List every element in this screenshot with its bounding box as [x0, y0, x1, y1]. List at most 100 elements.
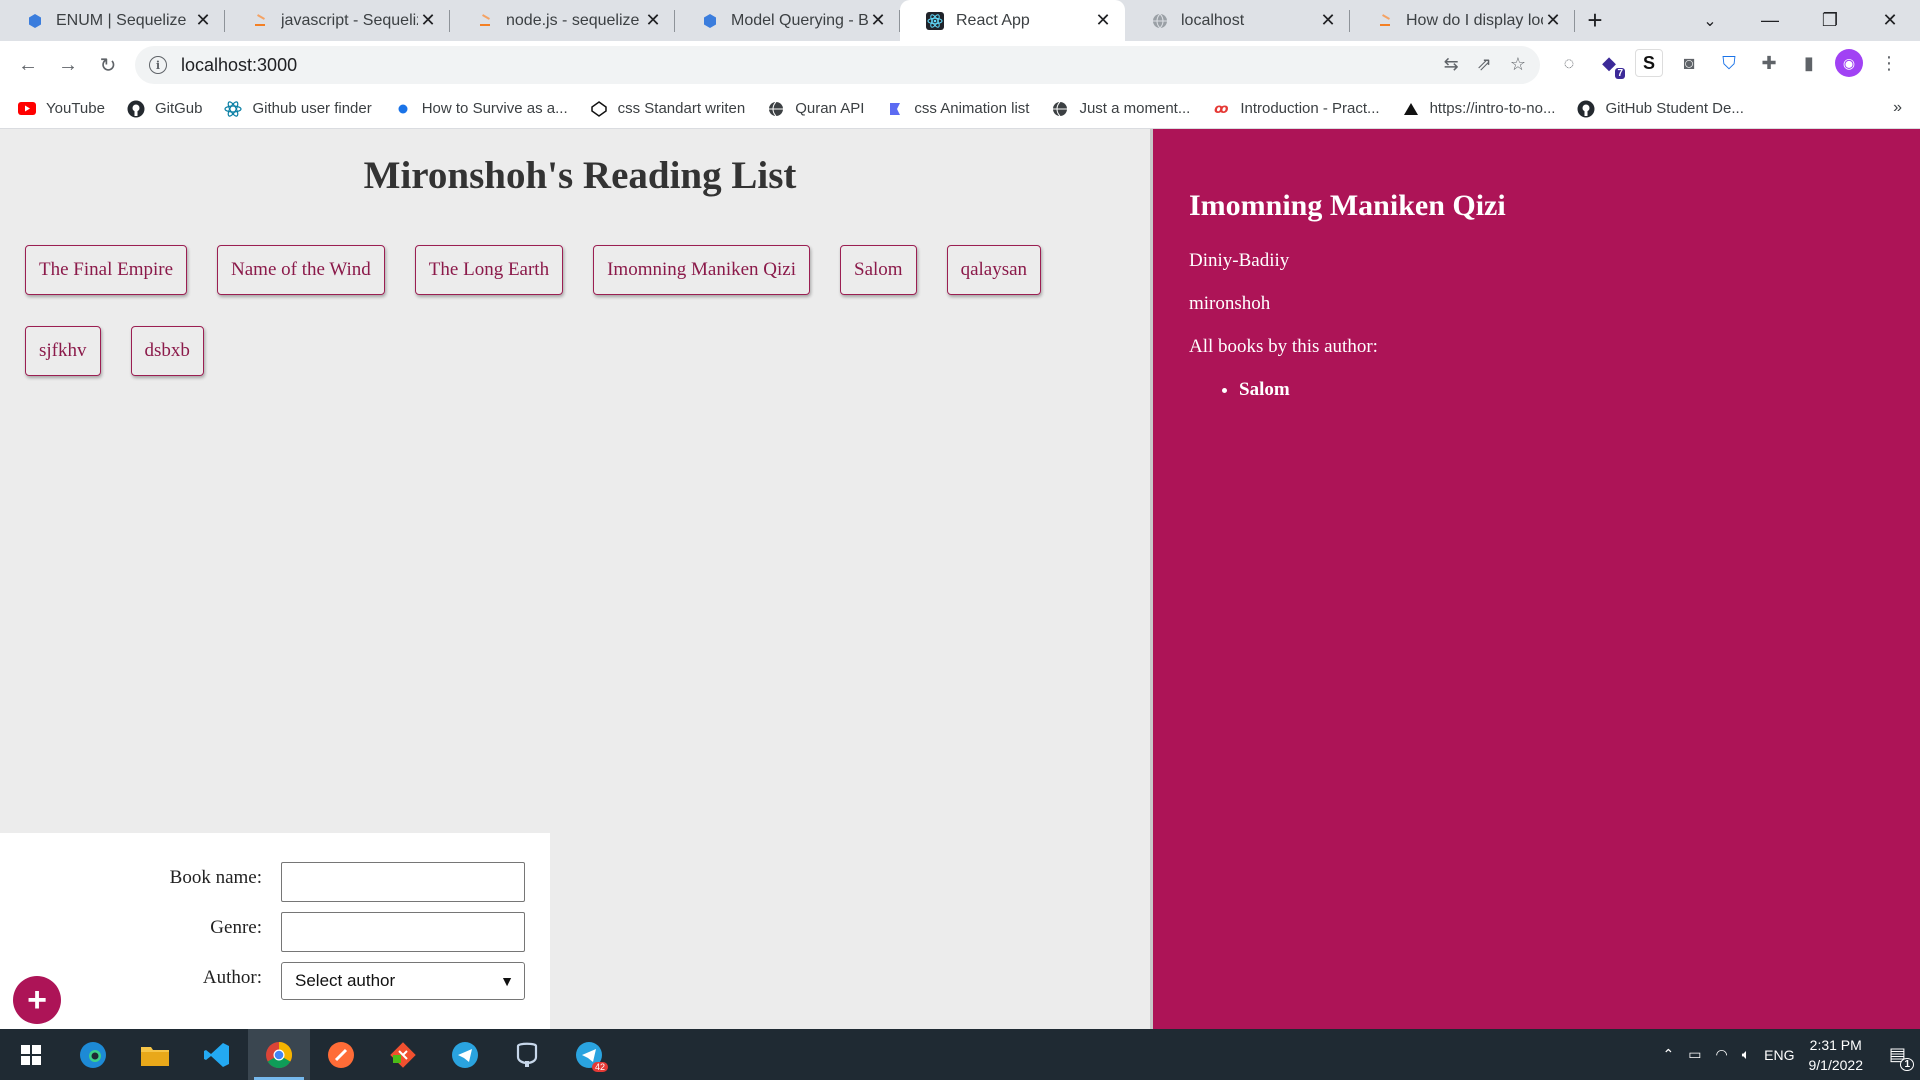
stackoverflow-icon — [1376, 12, 1394, 30]
extension-circle-icon[interactable]: ◌ — [1555, 49, 1583, 77]
bookmark-quran-api[interactable]: Quran API — [767, 100, 864, 118]
share-icon[interactable]: ⇗ — [1477, 54, 1492, 75]
extension-badge-count: 7 — [1615, 68, 1625, 79]
bookmark-gitgub[interactable]: GitGub — [127, 100, 203, 118]
new-tab-button[interactable]: + — [1575, 0, 1615, 41]
pgadmin-icon[interactable] — [496, 1029, 558, 1080]
book-item[interactable]: Imomning Maniken Qizi — [593, 245, 811, 295]
windows-start-icon[interactable] — [0, 1029, 62, 1080]
bookmark-github-student[interactable]: GitHub Student De... — [1577, 100, 1744, 118]
postman-icon[interactable] — [310, 1029, 372, 1080]
address-bar[interactable]: i localhost:3000 ⇆ ⇗ ☆ — [135, 46, 1540, 84]
reload-icon[interactable]: ↻ — [88, 45, 128, 85]
tab-enum-sequelize[interactable]: ENUM | Sequelize ✕ — [0, 0, 225, 41]
book-item[interactable]: sjfkhv — [25, 326, 101, 376]
author-books-list: Salom — [1239, 379, 1290, 401]
s-extension-icon[interactable]: S — [1635, 49, 1663, 77]
triangle-icon — [1402, 100, 1420, 118]
genre-row: Genre: — [0, 917, 262, 939]
bookmark-intro-to-no[interactable]: https://intro-to-no... — [1402, 100, 1556, 118]
puzzle-icon[interactable]: ✚ — [1755, 49, 1783, 77]
wifi-icon[interactable]: ◠ — [1716, 1046, 1728, 1063]
telegram-icon[interactable] — [434, 1029, 496, 1080]
tab-nodejs-sequelize[interactable]: node.js - sequelize fin ✕ — [450, 0, 675, 41]
minimize-icon[interactable]: — — [1740, 0, 1800, 41]
github-icon — [1577, 100, 1595, 118]
bookmark-youtube[interactable]: YouTube — [18, 100, 105, 118]
tab-localhost[interactable]: localhost ✕ — [1125, 0, 1350, 41]
close-icon[interactable]: ✕ — [418, 10, 438, 31]
windows-taskbar: 42 ⌃ ▭ ◠ 🔈︎ ENG 2:31 PM 9/1/2022 ▤ 1 — [0, 1029, 1920, 1080]
book-item[interactable]: Salom — [840, 245, 917, 295]
close-icon[interactable]: ✕ — [1318, 10, 1338, 31]
book-name-input[interactable] — [281, 862, 525, 902]
book-name-row: Book name: — [0, 867, 262, 889]
speaker-icon[interactable]: 🔈︎ — [1742, 1046, 1750, 1063]
chevron-down-icon: ▼ — [500, 973, 514, 989]
tab-how-do-i-display[interactable]: How do I display loca ✕ — [1350, 0, 1575, 41]
tray-chevron-up-icon[interactable]: ⌃ — [1663, 1046, 1675, 1063]
vscode-icon[interactable] — [186, 1029, 248, 1080]
clock[interactable]: 2:31 PM 9/1/2022 — [1808, 1035, 1863, 1075]
bookmark-how-to-survive[interactable]: How to Survive as a... — [394, 100, 568, 118]
close-icon[interactable]: ✕ — [1093, 10, 1113, 31]
add-book-form: Book name: Genre: Author: Select author … — [0, 833, 550, 1029]
book-item[interactable]: dsbxb — [130, 326, 204, 376]
telegram-badge-icon[interactable]: 42 — [558, 1029, 620, 1080]
notification-icon[interactable]: ▤ 1 — [1889, 1044, 1914, 1071]
extension-badge-icon[interactable]: ◆ 7 — [1595, 49, 1625, 79]
url-text[interactable]: localhost:3000 — [181, 55, 297, 76]
info-icon[interactable]: i — [149, 56, 167, 74]
bookmark-css-standart[interactable]: css Standart writen — [590, 100, 746, 118]
book-item[interactable]: The Long Earth — [414, 245, 564, 295]
close-icon[interactable]: ✕ — [1543, 10, 1563, 31]
bookmark-introduction[interactable]: ꝏ Introduction - Pract... — [1212, 100, 1379, 118]
forward-arrow-icon[interactable]: → — [48, 45, 88, 85]
bookmark-label: css Standart writen — [617, 100, 746, 117]
tab-react-app[interactable]: React App ✕ — [900, 0, 1125, 41]
globe-icon — [767, 100, 785, 118]
bookmark-css-animation[interactable]: css Animation list — [886, 100, 1029, 118]
add-book-button[interactable]: + — [13, 976, 61, 1024]
stackoverflow-icon — [251, 12, 269, 30]
genre-input[interactable] — [281, 912, 525, 952]
bookmark-star-icon[interactable]: ☆ — [1510, 54, 1526, 75]
tab-title: ENUM | Sequelize — [56, 11, 187, 29]
tab-search-chevron-icon[interactable]: ⌄ — [1690, 0, 1730, 41]
camera-icon[interactable]: ◙ — [1675, 49, 1703, 77]
tab-model-querying[interactable]: Model Querying - Bas ✕ — [675, 0, 900, 41]
shield-icon[interactable]: ⛉ — [1715, 49, 1743, 77]
book-item[interactable]: The Final Empire — [25, 245, 188, 295]
close-icon[interactable]: ✕ — [868, 10, 888, 31]
translate-icon[interactable]: ⇆ — [1444, 54, 1459, 75]
restore-icon[interactable]: ❐ — [1800, 0, 1860, 41]
author-select[interactable]: Select author ▼ — [281, 962, 525, 1000]
tab-strip: ENUM | Sequelize ✕ javascript - Sequeliz… — [0, 0, 1920, 41]
book-item[interactable]: Name of the Wind — [217, 245, 385, 295]
window-close-icon[interactable]: ✕ — [1860, 0, 1920, 41]
bookmarks-overflow-icon[interactable]: » — [1893, 99, 1902, 117]
file-explorer-icon[interactable] — [124, 1029, 186, 1080]
bookmark-label: GitGub — [154, 100, 203, 117]
tab-title: javascript - Sequelize — [281, 11, 418, 29]
tab-javascript-sequelize[interactable]: javascript - Sequelize ✕ — [225, 0, 450, 41]
book-item[interactable]: qalaysan — [946, 245, 1042, 295]
git-icon[interactable] — [372, 1029, 434, 1080]
back-arrow-icon[interactable]: ← — [8, 45, 48, 85]
chrome-icon[interactable] — [248, 1029, 310, 1080]
language-indicator[interactable]: ENG — [1764, 1047, 1794, 1063]
battery-icon[interactable]: ▭ — [1688, 1046, 1701, 1063]
extensions-bar: ◌ ◆ 7 S ◙ ⛉ ✚ ▮ ◉ ⋮ — [1555, 49, 1903, 79]
sidepanel-icon[interactable]: ▮ — [1795, 49, 1823, 77]
genre-label: Genre: — [210, 917, 262, 938]
close-icon[interactable]: ✕ — [643, 10, 663, 31]
more-menu-icon[interactable]: ⋮ — [1875, 49, 1903, 77]
avatar[interactable]: ◉ — [1835, 49, 1863, 77]
bookmark-github-user-finder[interactable]: Github user finder — [224, 100, 372, 118]
bookmark-label: https://intro-to-no... — [1429, 100, 1556, 117]
close-icon[interactable]: ✕ — [193, 10, 213, 31]
edge-icon[interactable] — [62, 1029, 124, 1080]
clock-time: 2:31 PM — [1809, 1036, 1862, 1053]
bookmark-just-a-moment[interactable]: Just a moment... — [1051, 100, 1190, 118]
bookmark-label: GitHub Student De... — [1605, 100, 1744, 117]
